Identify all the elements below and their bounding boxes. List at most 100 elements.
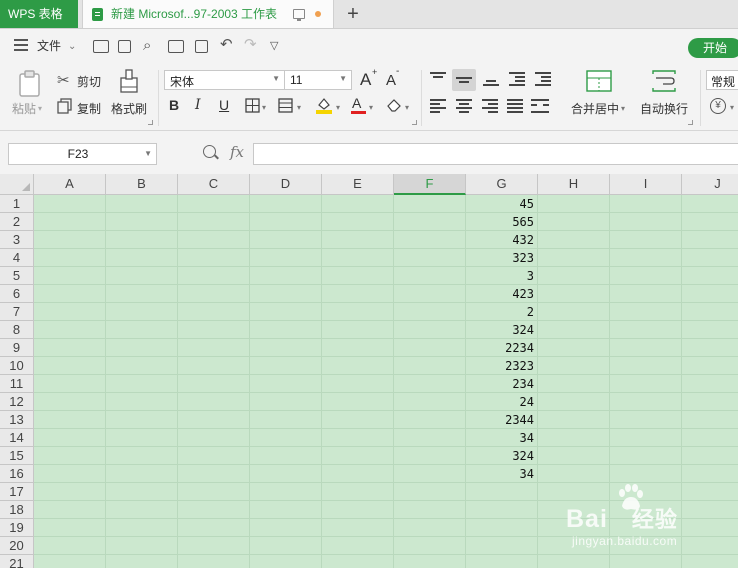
cell-g16[interactable]: 34 bbox=[466, 465, 537, 483]
row-header-4[interactable]: 4 bbox=[0, 249, 34, 267]
cell-g12[interactable]: 24 bbox=[466, 393, 537, 411]
row-header-19[interactable]: 19 bbox=[0, 519, 34, 537]
column-header-i[interactable]: I bbox=[610, 174, 682, 195]
cell-g7[interactable]: 2 bbox=[466, 303, 537, 321]
bold-button[interactable]: B bbox=[169, 97, 179, 113]
column-header-d[interactable]: D bbox=[250, 174, 322, 195]
cell-g8[interactable]: 324 bbox=[466, 321, 537, 339]
row-header-12[interactable]: 12 bbox=[0, 393, 34, 411]
row-header-5[interactable]: 5 bbox=[0, 267, 34, 285]
column-header-j[interactable]: J bbox=[682, 174, 738, 195]
row-header-1[interactable]: 1 bbox=[0, 195, 34, 213]
row-header-6[interactable]: 6 bbox=[0, 285, 34, 303]
cell-g2[interactable]: 565 bbox=[466, 213, 537, 231]
row-header-7[interactable]: 7 bbox=[0, 303, 34, 321]
cell-g9[interactable]: 2234 bbox=[466, 339, 537, 357]
column-header-g[interactable]: G bbox=[466, 174, 538, 195]
align-left-icon[interactable] bbox=[430, 99, 446, 113]
cell-g11[interactable]: 234 bbox=[466, 375, 537, 393]
font-color-button[interactable]: A bbox=[352, 95, 361, 111]
paste-button[interactable]: 粘贴 bbox=[12, 100, 36, 117]
row-header-8[interactable]: 8 bbox=[0, 321, 34, 339]
formula-input[interactable] bbox=[253, 143, 738, 165]
cell-g6[interactable]: 423 bbox=[466, 285, 537, 303]
align-right-icon[interactable] bbox=[482, 99, 498, 113]
borders-icon[interactable] bbox=[245, 98, 260, 113]
font-name-select[interactable]: 宋体 ▼ bbox=[164, 70, 285, 90]
save-icon[interactable] bbox=[118, 40, 131, 53]
print-icon[interactable] bbox=[168, 40, 184, 53]
column-header-f[interactable]: F bbox=[394, 174, 466, 195]
chevron-down-icon[interactable]: ▾ bbox=[262, 103, 266, 112]
row-header-20[interactable]: 20 bbox=[0, 537, 34, 555]
chevron-down-icon[interactable]: ▾ bbox=[405, 103, 409, 112]
currency-icon[interactable]: ¥ bbox=[710, 98, 726, 114]
insert-function-icon[interactable]: fx bbox=[230, 143, 244, 161]
undo-icon[interactable]: ↶ bbox=[220, 37, 233, 53]
row-header-14[interactable]: 14 bbox=[0, 429, 34, 447]
column-header-h[interactable]: H bbox=[538, 174, 610, 195]
wrap-text-icon[interactable] bbox=[651, 70, 677, 92]
row-header-18[interactable]: 18 bbox=[0, 501, 34, 519]
chevron-down-icon[interactable]: ▾ bbox=[730, 103, 734, 112]
align-middle-icon[interactable] bbox=[452, 69, 476, 91]
cell-g13[interactable]: 2344 bbox=[466, 411, 537, 429]
row-header-21[interactable]: 21 bbox=[0, 555, 34, 568]
copy-button[interactable]: 复制 bbox=[77, 100, 101, 117]
file-menu[interactable]: 文件 bbox=[37, 38, 61, 54]
number-format-select[interactable]: 常规 bbox=[706, 70, 738, 90]
cell-g4[interactable]: 323 bbox=[466, 249, 537, 267]
decrease-indent-icon[interactable] bbox=[509, 72, 525, 86]
chevron-down-icon[interactable]: ⌄ bbox=[68, 39, 76, 55]
format-painter-button[interactable]: 格式刷 bbox=[111, 100, 147, 117]
column-header-b[interactable]: B bbox=[106, 174, 178, 195]
scissors-icon[interactable]: ✂ bbox=[57, 71, 70, 89]
row-header-15[interactable]: 15 bbox=[0, 447, 34, 465]
print-preview-icon[interactable] bbox=[195, 40, 208, 53]
row-header-13[interactable]: 13 bbox=[0, 411, 34, 429]
cell-g10[interactable]: 2323 bbox=[466, 357, 537, 375]
monitor-icon[interactable] bbox=[293, 9, 305, 21]
chevron-down-icon[interactable]: ▾ bbox=[336, 103, 340, 112]
alignment-group-launcher[interactable] bbox=[688, 120, 693, 125]
increase-indent-icon[interactable] bbox=[535, 72, 551, 86]
decrease-font-size-button[interactable]: A bbox=[386, 72, 396, 89]
font-group-launcher[interactable] bbox=[412, 120, 417, 125]
chevron-down-icon[interactable]: ▾ bbox=[38, 104, 42, 113]
column-header-c[interactable]: C bbox=[178, 174, 250, 195]
fill-color-icon[interactable] bbox=[315, 96, 333, 114]
chevron-down-icon[interactable]: ▼ bbox=[144, 149, 152, 158]
eraser-icon[interactable] bbox=[386, 97, 402, 112]
find-icon[interactable]: ⌕ bbox=[143, 38, 151, 54]
row-header-10[interactable]: 10 bbox=[0, 357, 34, 375]
row-header-9[interactable]: 9 bbox=[0, 339, 34, 357]
row-header-2[interactable]: 2 bbox=[0, 213, 34, 231]
cell-style-icon[interactable] bbox=[278, 98, 294, 113]
app-menu-button[interactable]: WPS 表格 bbox=[0, 0, 78, 28]
format-painter-icon[interactable] bbox=[118, 68, 140, 96]
font-size-select[interactable]: 11 ▼ bbox=[284, 70, 352, 90]
italic-button[interactable]: I bbox=[195, 97, 201, 113]
select-all-corner[interactable] bbox=[0, 174, 34, 195]
justify-icon[interactable] bbox=[507, 99, 523, 113]
clipboard-group-launcher[interactable] bbox=[148, 120, 153, 125]
cut-button[interactable]: 剪切 bbox=[77, 73, 101, 90]
underline-button[interactable]: U bbox=[219, 97, 229, 113]
name-box[interactable]: F23 ▼ bbox=[8, 143, 157, 165]
align-top-icon[interactable] bbox=[430, 72, 446, 86]
chevron-down-icon[interactable]: ▾ bbox=[297, 103, 301, 112]
zoom-icon[interactable] bbox=[203, 145, 216, 158]
column-header-a[interactable]: A bbox=[34, 174, 106, 195]
row-header-3[interactable]: 3 bbox=[0, 231, 34, 249]
distributed-align-icon[interactable] bbox=[531, 99, 549, 113]
column-header-e[interactable]: E bbox=[322, 174, 394, 195]
chevron-down-icon[interactable]: ▾ bbox=[621, 104, 625, 113]
customize-toolbar-icon[interactable]: ▽ bbox=[270, 38, 278, 54]
chevron-down-icon[interactable]: ▾ bbox=[369, 103, 373, 112]
open-folder-icon[interactable] bbox=[93, 40, 109, 53]
merge-center-icon[interactable] bbox=[586, 70, 612, 92]
tab-start[interactable]: 开始 bbox=[688, 38, 738, 58]
cell-g15[interactable]: 324 bbox=[466, 447, 537, 465]
new-tab-button[interactable]: + bbox=[342, 3, 364, 25]
cell-g3[interactable]: 432 bbox=[466, 231, 537, 249]
